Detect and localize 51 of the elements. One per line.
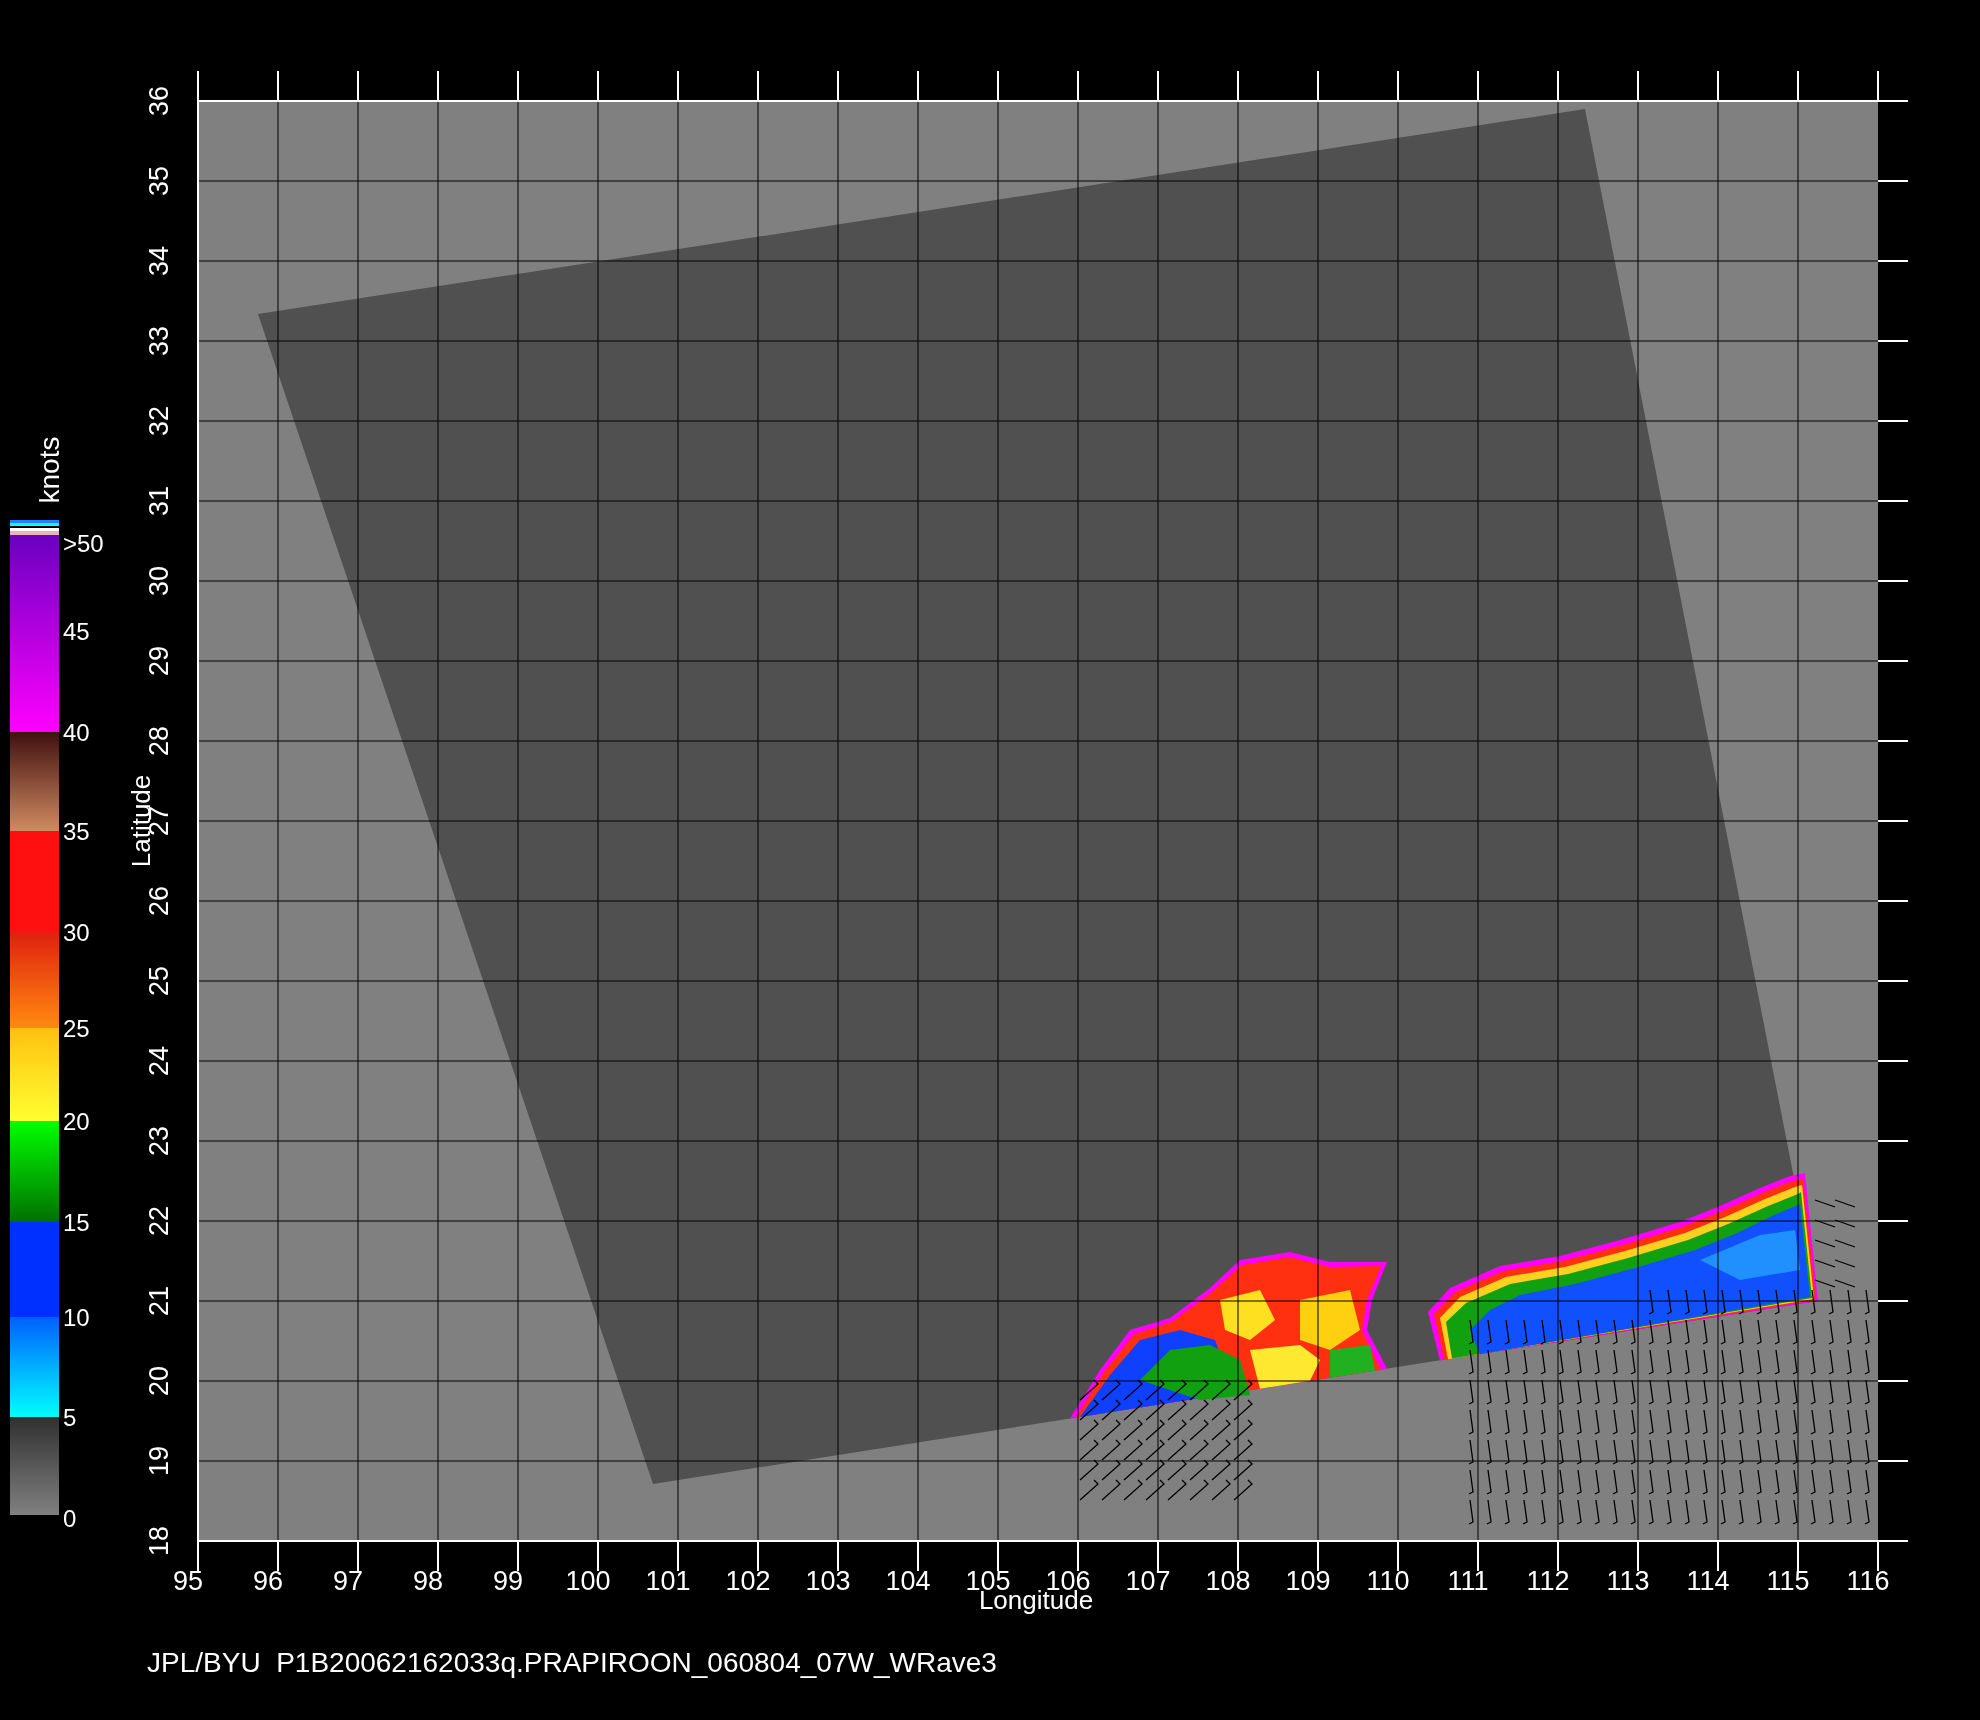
longitude-tick-label: 113 [1606,1566,1650,1596]
longitude-tick-label: 99 [493,1566,523,1596]
longitude-tick-label: 109 [1285,1566,1331,1596]
latitude-tick-label: 18 [144,1526,174,1556]
latitude-tick-label: 35 [144,166,174,196]
colorbar-label: 5 [63,1404,77,1431]
latitude-tick-label: 25 [144,966,174,996]
latitude-tick-label: 30 [144,566,174,596]
latitude-tick-label: 24 [144,1046,174,1076]
longitude-tick-label: 98 [413,1566,443,1596]
latitude-tick-label: 34 [144,246,174,276]
longitude-tick-label: 95 [173,1566,203,1596]
caption: JPL/BYU P1B20062162033q.PRAPIROON_060804_07W_WRave3 [147,1647,997,1678]
latitude-tick-label: 32 [144,406,174,436]
colorbar-label: 45 [63,618,90,645]
latitude-tick-label: 29 [144,646,174,676]
longitude-tick-label: 103 [805,1566,851,1596]
colorbar-label: 20 [63,1108,90,1135]
latitude-tick-label: 26 [144,886,174,916]
latitude-tick-label: 31 [144,486,174,516]
longitude-tick-label: 107 [1125,1566,1171,1596]
colorbar-label: 0 [63,1505,77,1532]
latitude-tick-label: 20 [144,1366,174,1396]
latitude-tick-label: 19 [144,1446,174,1476]
colorbar-label: 40 [63,719,90,746]
longitude-tick-label: 115 [1766,1566,1810,1596]
latitude-tick-label: 33 [144,326,174,356]
longitude-tick-label: 96 [253,1566,283,1596]
longitude-tick-label: 110 [1366,1566,1410,1596]
colorbar-label: 15 [63,1209,90,1236]
longitude-tick-label: 104 [885,1566,931,1596]
longitude-tick-label: 112 [1526,1566,1570,1596]
latitude-tick-label: 36 [144,86,174,116]
colorbar-label: 25 [63,1015,90,1042]
colorbar-label: 35 [63,818,90,845]
latitude-tick-label: 22 [144,1206,174,1236]
longitude-tick-label: 114 [1686,1566,1730,1596]
longitude-tick-label: 101 [645,1566,691,1596]
colorbar-label: 10 [63,1304,90,1331]
latitude-tick-label: 21 [144,1286,174,1316]
colorbar-unit: knots [34,436,65,504]
longitude-tick-label: 108 [1205,1566,1251,1596]
longitude-tick-label: 100 [565,1566,611,1596]
longitude-tick-label: 116 [1846,1566,1890,1596]
longitude-tick-label: 97 [333,1566,363,1596]
latitude-tick-label: 23 [144,1126,174,1156]
longitude-tick-label: 102 [725,1566,771,1596]
longitude-tick-label: 111 [1447,1566,1489,1596]
latitude-tick-label: 28 [144,726,174,756]
colorbar-label: >50 [63,530,104,557]
colorbar-label: 30 [63,919,90,946]
